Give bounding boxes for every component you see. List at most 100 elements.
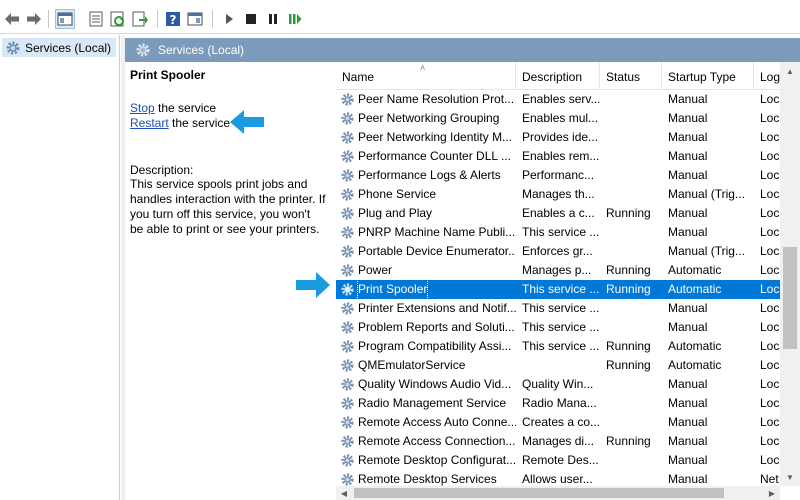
service-name: QMEmulatorService — [358, 358, 466, 372]
cell-log: Loc — [760, 396, 780, 410]
gear-icon — [6, 41, 20, 54]
cell-status — [606, 394, 664, 413]
cell-startup: Automatic — [668, 282, 722, 296]
horizontal-scrollbar[interactable]: ◀ ▶ — [336, 486, 780, 500]
restart-service-icon[interactable] — [285, 9, 305, 29]
column-header-log-on-as[interactable]: Log — [754, 62, 780, 90]
toolbar-separator — [157, 10, 158, 28]
stop-link-suffix: the service — [154, 101, 217, 115]
restart-service-link[interactable]: Restart — [130, 116, 169, 130]
cell-description: Remote Des... — [522, 453, 599, 467]
cell-description: This service ... — [522, 320, 600, 334]
scroll-up-icon[interactable]: ▲ — [780, 62, 800, 80]
cell-startup: Manual — [668, 415, 708, 429]
gear-icon — [341, 397, 354, 410]
forward-arrow-icon[interactable] — [24, 9, 44, 29]
service-name: Print Spooler — [356, 280, 429, 299]
show-hide-console-tree-icon[interactable] — [55, 9, 75, 29]
cell-log: Loc — [760, 320, 780, 334]
gear-icon — [341, 473, 354, 486]
cell-startup: Manual — [668, 472, 708, 486]
table-row[interactable]: Plug and Play Enables a c... Running Manual… — [336, 204, 780, 223]
gear-icon — [341, 435, 354, 448]
table-row[interactable]: Peer Name Resolution Prot... Enables serv… — [336, 90, 780, 109]
properties-icon[interactable] — [86, 9, 106, 29]
start-service-icon[interactable] — [219, 9, 239, 29]
scroll-left-icon[interactable]: ◀ — [336, 486, 352, 500]
cell-name: Remote Desktop Services — [340, 470, 516, 486]
service-name: PNRP Machine Name Publi... — [358, 225, 516, 239]
service-name: Remote Access Auto Conne... — [358, 415, 516, 429]
show-hide-action-pane-icon[interactable] — [185, 9, 205, 29]
cell-startup: Manual — [668, 377, 708, 391]
toolbar: ? — [0, 4, 800, 34]
table-row[interactable]: Quality Windows Audio Vid... Quality Win.… — [336, 375, 780, 394]
table-row[interactable]: Performance Counter DLL ... Enables rem..… — [336, 147, 780, 166]
table-row[interactable]: Power Manages p... Running Automatic Loc — [336, 261, 780, 280]
cell-startup: Manual — [668, 301, 708, 315]
refresh-icon[interactable] — [108, 9, 128, 29]
panel-title: Services (Local) — [158, 43, 245, 57]
cell-name: Peer Networking Grouping — [340, 109, 516, 128]
table-row[interactable]: Radio Management Service Radio Mana... Man… — [336, 394, 780, 413]
table-row[interactable]: Portable Device Enumerator... Enforces gr… — [336, 242, 780, 261]
stop-service-icon[interactable] — [241, 9, 261, 29]
cell-startup: Manual (Trig... — [668, 187, 745, 201]
scroll-down-icon[interactable]: ▼ — [780, 468, 800, 486]
cell-description: Performanc... — [522, 168, 595, 182]
tree-item-services-local[interactable]: Services (Local) — [2, 38, 116, 57]
table-row[interactable]: Remote Desktop Configurat... Remote Des..… — [336, 451, 780, 470]
cell-name: Remote Access Connection... — [340, 432, 516, 451]
scroll-thumb[interactable] — [354, 488, 724, 498]
back-arrow-icon[interactable] — [2, 9, 22, 29]
table-row[interactable]: Peer Networking Grouping Enables mul... Ma… — [336, 109, 780, 128]
cell-name: Peer Networking Identity M... — [340, 128, 516, 147]
service-name: Problem Reports and Soluti... — [358, 320, 515, 334]
cell-startup: Manual — [668, 130, 708, 144]
gear-icon — [341, 340, 354, 353]
column-header-status[interactable]: Status — [600, 62, 662, 90]
table-row[interactable]: Remote Access Auto Conne... Creates a co.… — [336, 413, 780, 432]
cell-log: Loc — [760, 415, 780, 429]
cell-description: Manages th... — [522, 187, 595, 201]
column-header-name[interactable]: ˄ Name — [336, 62, 516, 90]
cell-name: Problem Reports and Soluti... — [340, 318, 516, 337]
table-row[interactable]: PNRP Machine Name Publi... This service .… — [336, 223, 780, 242]
cell-startup: Automatic — [668, 358, 722, 372]
cell-name: PNRP Machine Name Publi... — [340, 223, 516, 242]
cell-description: Quality Win... — [522, 377, 594, 391]
gear-icon — [341, 207, 354, 220]
cell-log: Net — [760, 472, 779, 486]
export-list-icon[interactable] — [130, 9, 150, 29]
column-header-startup-type[interactable]: Startup Type — [662, 62, 754, 90]
table-row[interactable]: Performance Logs & Alerts Performanc... Ma… — [336, 166, 780, 185]
column-header-description[interactable]: Description — [516, 62, 600, 90]
scroll-right-icon[interactable]: ▶ — [764, 486, 780, 500]
table-row[interactable]: Program Compatibility Assi... This servic… — [336, 337, 780, 356]
service-name: Power — [358, 263, 393, 277]
cell-status — [606, 375, 664, 394]
table-row[interactable]: Problem Reports and Soluti... This servic… — [336, 318, 780, 337]
table-row[interactable]: Peer Networking Identity M... Provides id… — [336, 128, 780, 147]
gear-icon — [341, 454, 354, 467]
table-row[interactable]: Remote Desktop Services Allows user... Man… — [336, 470, 780, 486]
table-row[interactable]: QMEmulatorService Running Automatic Loc — [336, 356, 780, 375]
annotation-arrow-icon — [296, 272, 330, 298]
cell-description: Enables serv... — [522, 92, 601, 106]
table-row[interactable]: Print Spooler This service ... Running Auto… — [336, 280, 780, 299]
table-row[interactable]: Phone Service Manages th... Manual (Trig..… — [336, 185, 780, 204]
cell-description: Enables rem... — [522, 149, 600, 163]
scroll-thumb[interactable] — [783, 247, 797, 349]
table-row[interactable]: Printer Extensions and Notif... This serv… — [336, 299, 780, 318]
cell-startup: Manual — [668, 320, 708, 334]
cell-status: Running — [606, 263, 651, 277]
table-row[interactable]: Remote Access Connection... Manages di...… — [336, 432, 780, 451]
cell-description: This service ... — [522, 339, 600, 353]
pause-service-icon[interactable] — [263, 9, 283, 29]
cell-log: Loc — [760, 149, 780, 163]
help-icon[interactable]: ? — [163, 9, 183, 29]
cell-log: Loc — [760, 358, 780, 372]
vertical-scrollbar[interactable]: ▲ ▼ — [780, 62, 800, 486]
stop-service-link[interactable]: Stop — [130, 101, 155, 115]
gear-icon — [341, 283, 354, 296]
